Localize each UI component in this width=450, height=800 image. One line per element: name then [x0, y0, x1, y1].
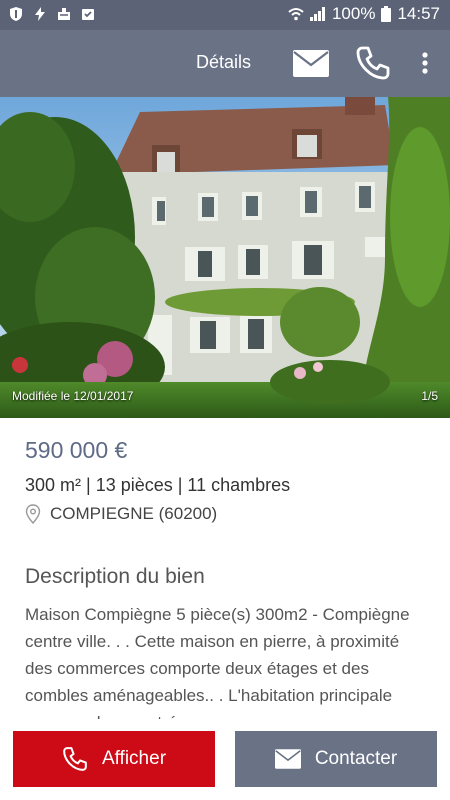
description-text: Maison Compiègne 5 pièce(s) 300m2 - Comp… — [25, 605, 410, 719]
battery-icon — [381, 6, 392, 22]
cleaner-icon — [58, 8, 70, 20]
app-bar: Détails — [0, 30, 450, 97]
mail-icon — [293, 49, 329, 77]
phone-icon — [63, 747, 87, 771]
show-phone-label: Afficher — [101, 748, 167, 769]
signal-icon — [309, 7, 325, 21]
status-bar: 100% 14:57 — [0, 0, 450, 30]
more-vert-icon — [422, 52, 428, 74]
contact-label: Contacter — [314, 748, 398, 769]
photo-counter: 1/5 — [421, 389, 438, 403]
phone-icon — [356, 46, 390, 80]
email-button[interactable] — [292, 44, 330, 82]
contact-button[interactable]: Contacter — [235, 731, 437, 787]
house-photo — [0, 97, 450, 418]
property-photo[interactable]: Modifiée le 12/01/2017 1/5 — [0, 97, 450, 418]
description-title: Description du bien — [25, 565, 205, 588]
clipboard-check-icon — [82, 9, 94, 20]
location-pin-icon — [25, 504, 41, 524]
listing-specs: 300 m² | 13 pièces | 11 chambres — [25, 475, 291, 495]
clock: 14:57 — [397, 4, 440, 23]
modified-date: Modifiée le 12/01/2017 — [12, 389, 134, 403]
overflow-menu-button[interactable] — [412, 44, 438, 82]
shield-icon — [10, 7, 22, 21]
listing-location: COMPIEGNE (60200) — [25, 504, 217, 524]
show-phone-button[interactable]: Afficher — [13, 731, 215, 787]
listing-price: 590 000 € — [25, 437, 128, 463]
battery-percentage: 100% — [331, 4, 376, 23]
flash-icon — [35, 7, 45, 21]
call-button[interactable] — [354, 44, 392, 82]
wifi-icon — [288, 8, 304, 21]
location-text: COMPIEGNE (60200) — [50, 504, 218, 523]
mail-icon — [274, 749, 301, 769]
page-title: Détails — [196, 52, 252, 72]
